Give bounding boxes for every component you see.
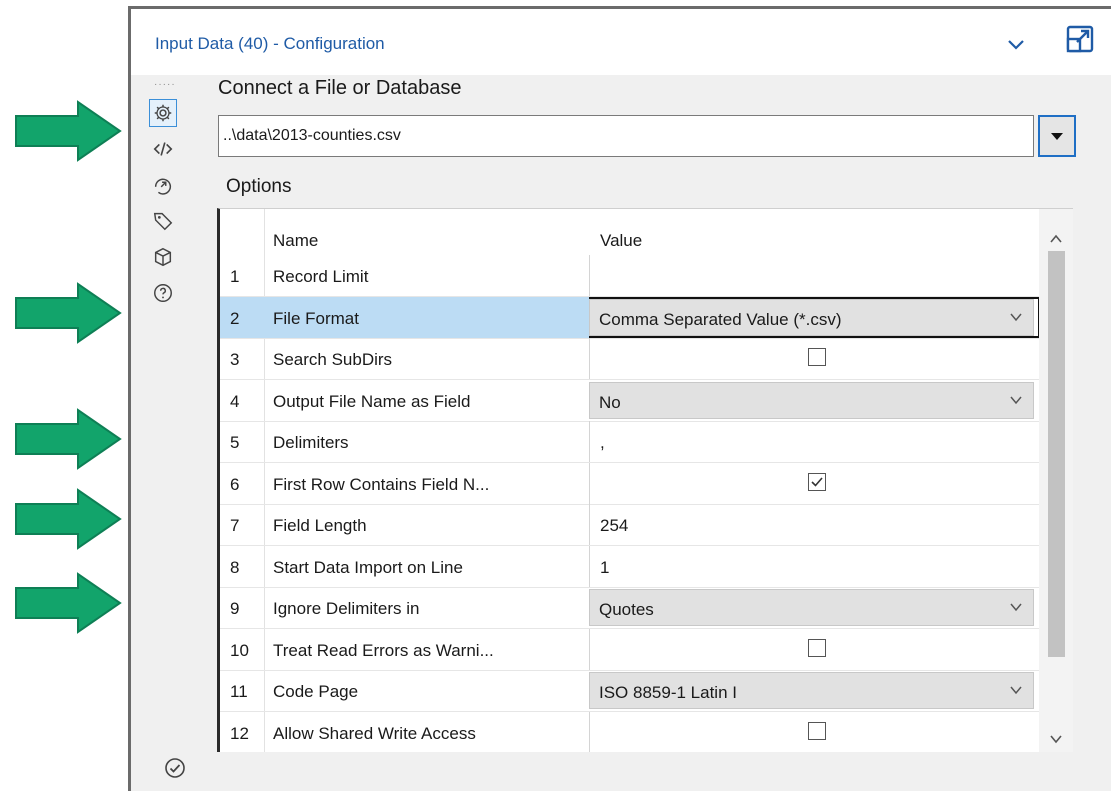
scroll-down-icon[interactable] (1048, 733, 1064, 745)
option-select[interactable]: Comma Separated Value (*.csv) (589, 299, 1034, 336)
option-row[interactable]: 5 Delimiters, (220, 421, 1040, 462)
option-select[interactable]: ISO 8859-1 Latin I (589, 672, 1034, 709)
option-name: Start Data Import on Line (273, 558, 463, 577)
scroll-up-icon[interactable] (1048, 233, 1064, 245)
row-number: 9 (230, 599, 240, 618)
option-row[interactable]: 12 Allow Shared Write Access (220, 712, 1040, 752)
option-name: Treat Read Errors as Warni... (273, 641, 494, 660)
pop-out-icon[interactable] (1064, 23, 1096, 55)
checkmark-icon (811, 477, 823, 487)
option-value: 254 (600, 516, 629, 535)
option-name: Output File Name as Field (273, 392, 471, 411)
check-circle-icon[interactable] (163, 756, 187, 780)
configuration-panel: Input Data (40) - Configuration ····· Co… (128, 6, 1111, 791)
option-value-cell (589, 338, 1039, 379)
option-name: File Format (273, 309, 359, 328)
option-checkbox[interactable] (808, 722, 826, 740)
code-icon[interactable] (149, 135, 177, 163)
option-row[interactable]: 3 Search SubDirs (220, 338, 1040, 379)
option-row[interactable]: 10 Treat Read Errors as Warni... (220, 629, 1040, 670)
cube-icon[interactable] (149, 243, 177, 271)
options-heading: Options (226, 176, 292, 197)
option-value-cell[interactable] (589, 255, 1039, 296)
option-row[interactable]: 8 Start Data Import on Line 1 (220, 546, 1040, 587)
gear-icon[interactable] (149, 99, 177, 127)
option-select-value: ISO 8859-1 Latin I (599, 683, 737, 702)
chevron-down-icon (1010, 686, 1022, 695)
vertical-scrollbar[interactable] (1039, 209, 1073, 752)
callout-arrow-icon (15, 100, 122, 162)
grip-icon[interactable]: ····· (154, 80, 176, 90)
callout-arrow-icon (15, 488, 122, 550)
option-select-value: Comma Separated Value (*.csv) (599, 310, 842, 329)
row-number: 8 (230, 558, 240, 577)
column-header-name: Name (273, 231, 319, 250)
chevron-down-icon (1010, 396, 1022, 405)
row-number: 4 (230, 392, 240, 411)
option-row[interactable]: 4 Output File Name as Field No (220, 380, 1040, 421)
row-number: 7 (230, 516, 240, 535)
option-select-value: Quotes (599, 600, 654, 619)
caret-down-icon (1051, 133, 1063, 140)
row-number: 3 (230, 350, 240, 369)
option-row[interactable]: 2 File Format Comma Separated Value (*.csv… (220, 297, 1040, 338)
option-row[interactable]: 7 Field Length 254 (220, 504, 1040, 545)
option-name: Field Length (273, 516, 367, 535)
option-select[interactable]: Quotes (589, 589, 1034, 626)
row-number: 5 (230, 433, 240, 452)
options-grid: Name Value 1 Record Limit 2 File Format Comm… (217, 208, 1073, 752)
column-header-value: Value (600, 231, 643, 250)
option-select[interactable]: No (589, 382, 1034, 419)
option-row[interactable]: 6 First Row Contains Field N... (220, 463, 1040, 504)
file-dropdown-button[interactable] (1038, 115, 1076, 157)
row-number: 11 (230, 682, 248, 701)
row-number: 2 (230, 309, 240, 328)
callout-arrow-icon (15, 408, 122, 470)
help-icon[interactable] (149, 279, 177, 307)
chevron-down-icon (1010, 313, 1022, 322)
option-checkbox[interactable] (808, 639, 826, 657)
option-checkbox[interactable] (808, 348, 826, 366)
option-value-cell (589, 463, 1039, 504)
option-value: 1 (600, 558, 610, 577)
option-name: Code Page (273, 682, 359, 701)
option-value-cell (589, 629, 1039, 670)
scrollbar-thumb[interactable] (1048, 251, 1065, 657)
tag-icon[interactable] (149, 207, 177, 235)
option-value-cell[interactable]: 254 (589, 504, 1039, 545)
option-value-cell (589, 712, 1039, 752)
option-name: First Row Contains Field N... (273, 475, 490, 494)
option-value-cell[interactable]: , (589, 421, 1039, 462)
file-path-input[interactable]: ..\data\2013-counties.csv (218, 115, 1034, 157)
option-row[interactable]: 9 Ignore Delimiters in Quotes (220, 587, 1040, 628)
connect-heading: Connect a File or Database (218, 77, 462, 99)
option-name: Delimiters (273, 433, 349, 452)
callout-arrow-icon (15, 282, 122, 344)
row-number: 1 (230, 267, 240, 286)
window-title: Input Data (40) - Configuration (155, 34, 385, 53)
sidebar-rail: ····· (145, 80, 183, 791)
option-value-cell[interactable]: 1 (589, 546, 1039, 587)
option-name: Allow Shared Write Access (273, 724, 476, 743)
option-name: Search SubDirs (273, 350, 393, 369)
option-checkbox[interactable] (808, 473, 826, 491)
option-row[interactable]: 1 Record Limit (220, 255, 1040, 296)
row-number: 10 (230, 641, 249, 660)
option-value: , (600, 433, 605, 452)
option-select-value: No (599, 393, 621, 412)
annotation-icon[interactable] (149, 171, 177, 199)
callout-arrow-icon (15, 572, 122, 634)
option-name: Record Limit (273, 267, 369, 286)
option-name: Ignore Delimiters in (273, 599, 420, 618)
title-bar: Input Data (40) - Configuration (131, 9, 1111, 75)
chevron-down-icon (1010, 603, 1022, 612)
grid-header: Name Value (220, 209, 1040, 255)
chevron-down-icon[interactable] (1003, 31, 1029, 57)
row-number: 6 (230, 475, 240, 494)
row-number: 12 (230, 724, 249, 743)
option-row[interactable]: 11 Code Page ISO 8859-1 Latin I (220, 670, 1040, 711)
